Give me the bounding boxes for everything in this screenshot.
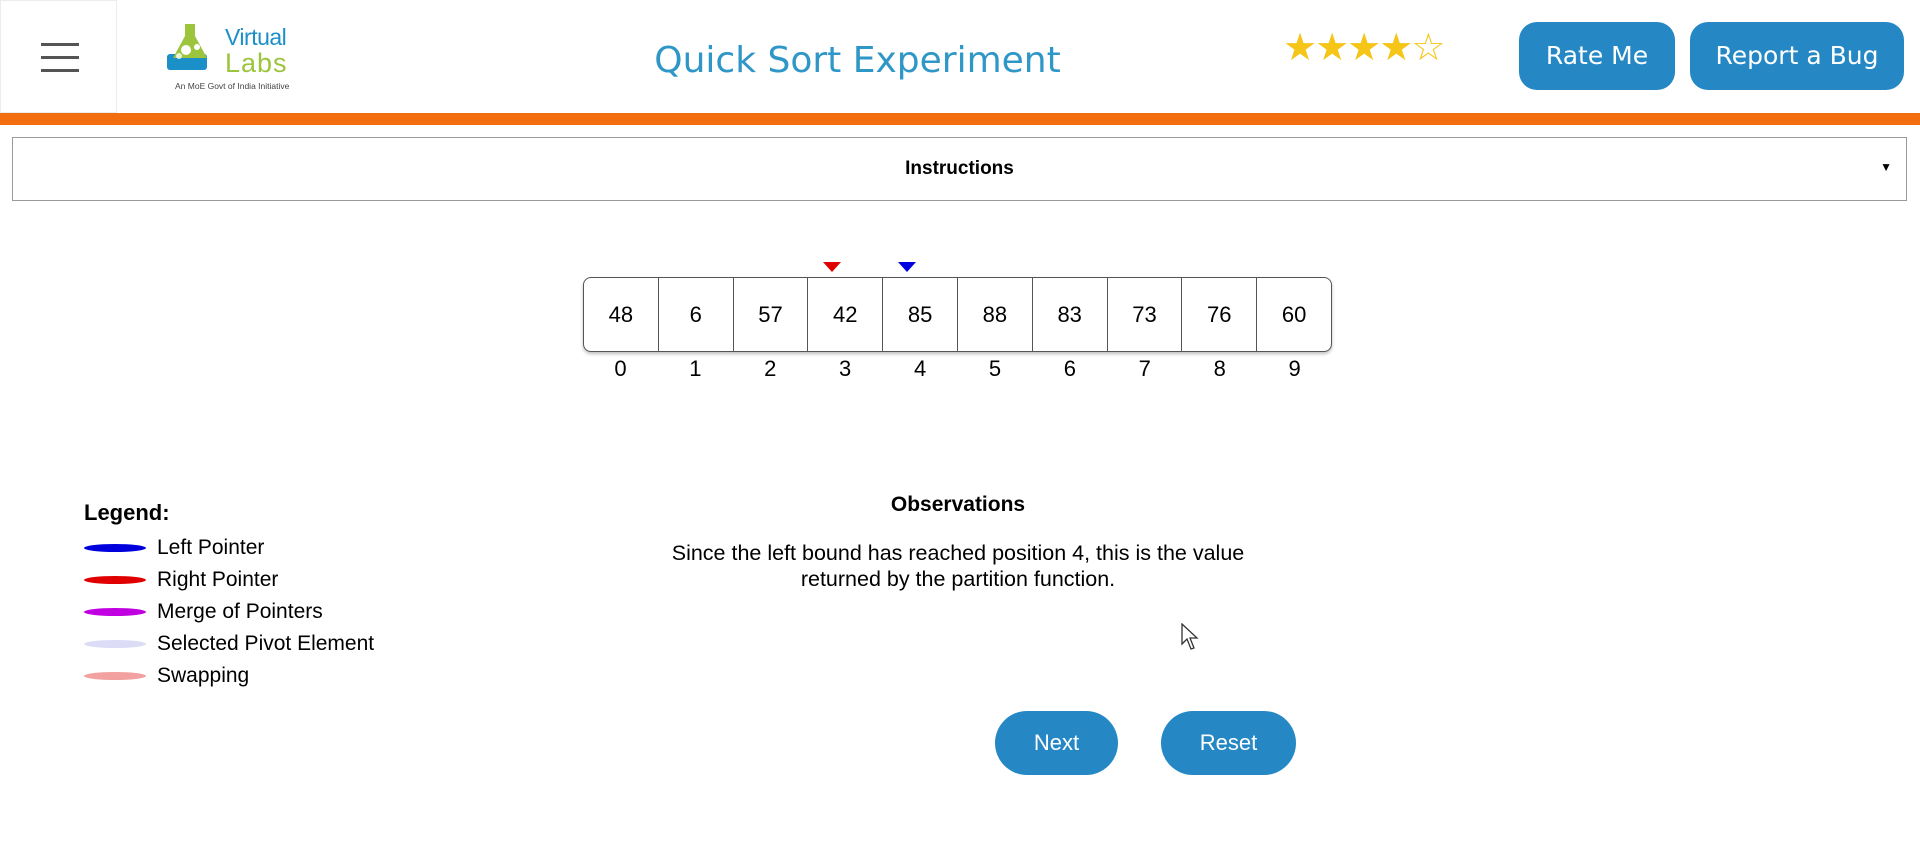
array-indices: 0 1 2 3 4 5 6 7 8 9 — [583, 356, 1332, 382]
array-cell: 42 — [808, 278, 884, 351]
array-cell: 48 — [584, 278, 659, 351]
array-index: 4 — [913, 356, 927, 381]
legend: Legend: Left Pointer Right Pointer Merge… — [84, 500, 374, 692]
star-filled-icon[interactable]: ★ — [1283, 27, 1317, 69]
array-index: 0 — [614, 356, 627, 381]
reset-button[interactable]: Reset — [1161, 711, 1296, 775]
star-filled-icon[interactable]: ★ — [1315, 27, 1349, 69]
star-rating[interactable]: ★★★★☆ — [1283, 27, 1445, 69]
array-display: 48 6 57 42 85 88 83 73 76 60 — [583, 277, 1332, 352]
legend-swatch — [84, 544, 146, 552]
legend-label: Right Pointer — [157, 568, 279, 591]
array-index: 6 — [1063, 356, 1077, 381]
array-index: 7 — [1138, 356, 1151, 381]
array-index: 1 — [689, 356, 702, 381]
array-index: 8 — [1213, 356, 1226, 381]
array-cell: 73 — [1108, 278, 1183, 351]
array-cell: 88 — [958, 278, 1033, 351]
rate-me-button[interactable]: Rate Me — [1519, 22, 1675, 90]
legend-label: Left Pointer — [157, 536, 265, 559]
next-button[interactable]: Next — [995, 711, 1118, 775]
star-filled-icon[interactable]: ★ — [1379, 27, 1413, 69]
array-cell: 60 — [1281, 301, 1307, 327]
virtual-labs-logo[interactable]: Virtual Labs An MoE Govt of India Initia… — [165, 18, 300, 93]
legend-swatch — [84, 608, 146, 616]
legend-swatch — [84, 672, 146, 680]
legend-item-merge-of-pointers: Merge of Pointers — [84, 596, 374, 628]
legend-label: Swapping — [157, 664, 250, 687]
instructions-label: Instructions — [905, 158, 1014, 179]
legend-item-left-pointer: Left Pointer — [84, 532, 374, 564]
legend-item-swapping: Swapping — [84, 660, 374, 692]
array-index: 9 — [1288, 356, 1301, 381]
array-cell: 85 — [883, 278, 958, 351]
logo-tagline: An MoE Govt of India Initiative — [175, 81, 290, 91]
legend-label: Selected Pivot Element — [157, 632, 375, 655]
observations-title: Observations — [890, 493, 1026, 516]
star-filled-icon[interactable]: ★ — [1347, 27, 1381, 69]
array-index: 5 — [988, 356, 1002, 381]
instructions-dropdown[interactable]: Instructions ▼ — [12, 137, 1907, 201]
left-pointer-marker — [898, 262, 916, 272]
legend-item-right-pointer: Right Pointer — [84, 564, 374, 596]
site-header: Virtual Labs An MoE Govt of India Initia… — [0, 0, 1920, 113]
flask-logo-icon — [167, 24, 207, 70]
observations-text: Since the left bound has reached positio… — [671, 541, 1245, 591]
legend-swatch — [84, 576, 146, 584]
caret-down-icon: ▼ — [1880, 160, 1892, 174]
array-index: 3 — [839, 356, 852, 381]
legend-swatch — [84, 640, 146, 648]
right-pointer-marker — [823, 262, 841, 272]
report-bug-button[interactable]: Report a Bug — [1690, 22, 1904, 90]
page-title: Quick Sort Experiment — [654, 40, 1061, 81]
logo-text-labs: Labs — [225, 48, 288, 78]
legend-item-selected-pivot: Selected Pivot Element — [84, 628, 374, 660]
array-index: 2 — [764, 356, 777, 381]
array-cell: 76 — [1182, 278, 1258, 351]
array-cell: 83 — [1033, 278, 1108, 351]
array-cell: 6 — [659, 278, 734, 351]
array-cell: 57 — [734, 278, 809, 351]
mouse-cursor-icon — [1181, 623, 1199, 650]
hamburger-menu-icon[interactable] — [0, 0, 117, 113]
header-divider — [0, 113, 1920, 125]
legend-label: Merge of Pointers — [157, 600, 323, 623]
legend-title: Legend: — [84, 500, 170, 525]
star-empty-icon[interactable]: ☆ — [1411, 27, 1445, 69]
logo-text-virtual: Virtual — [225, 24, 287, 50]
